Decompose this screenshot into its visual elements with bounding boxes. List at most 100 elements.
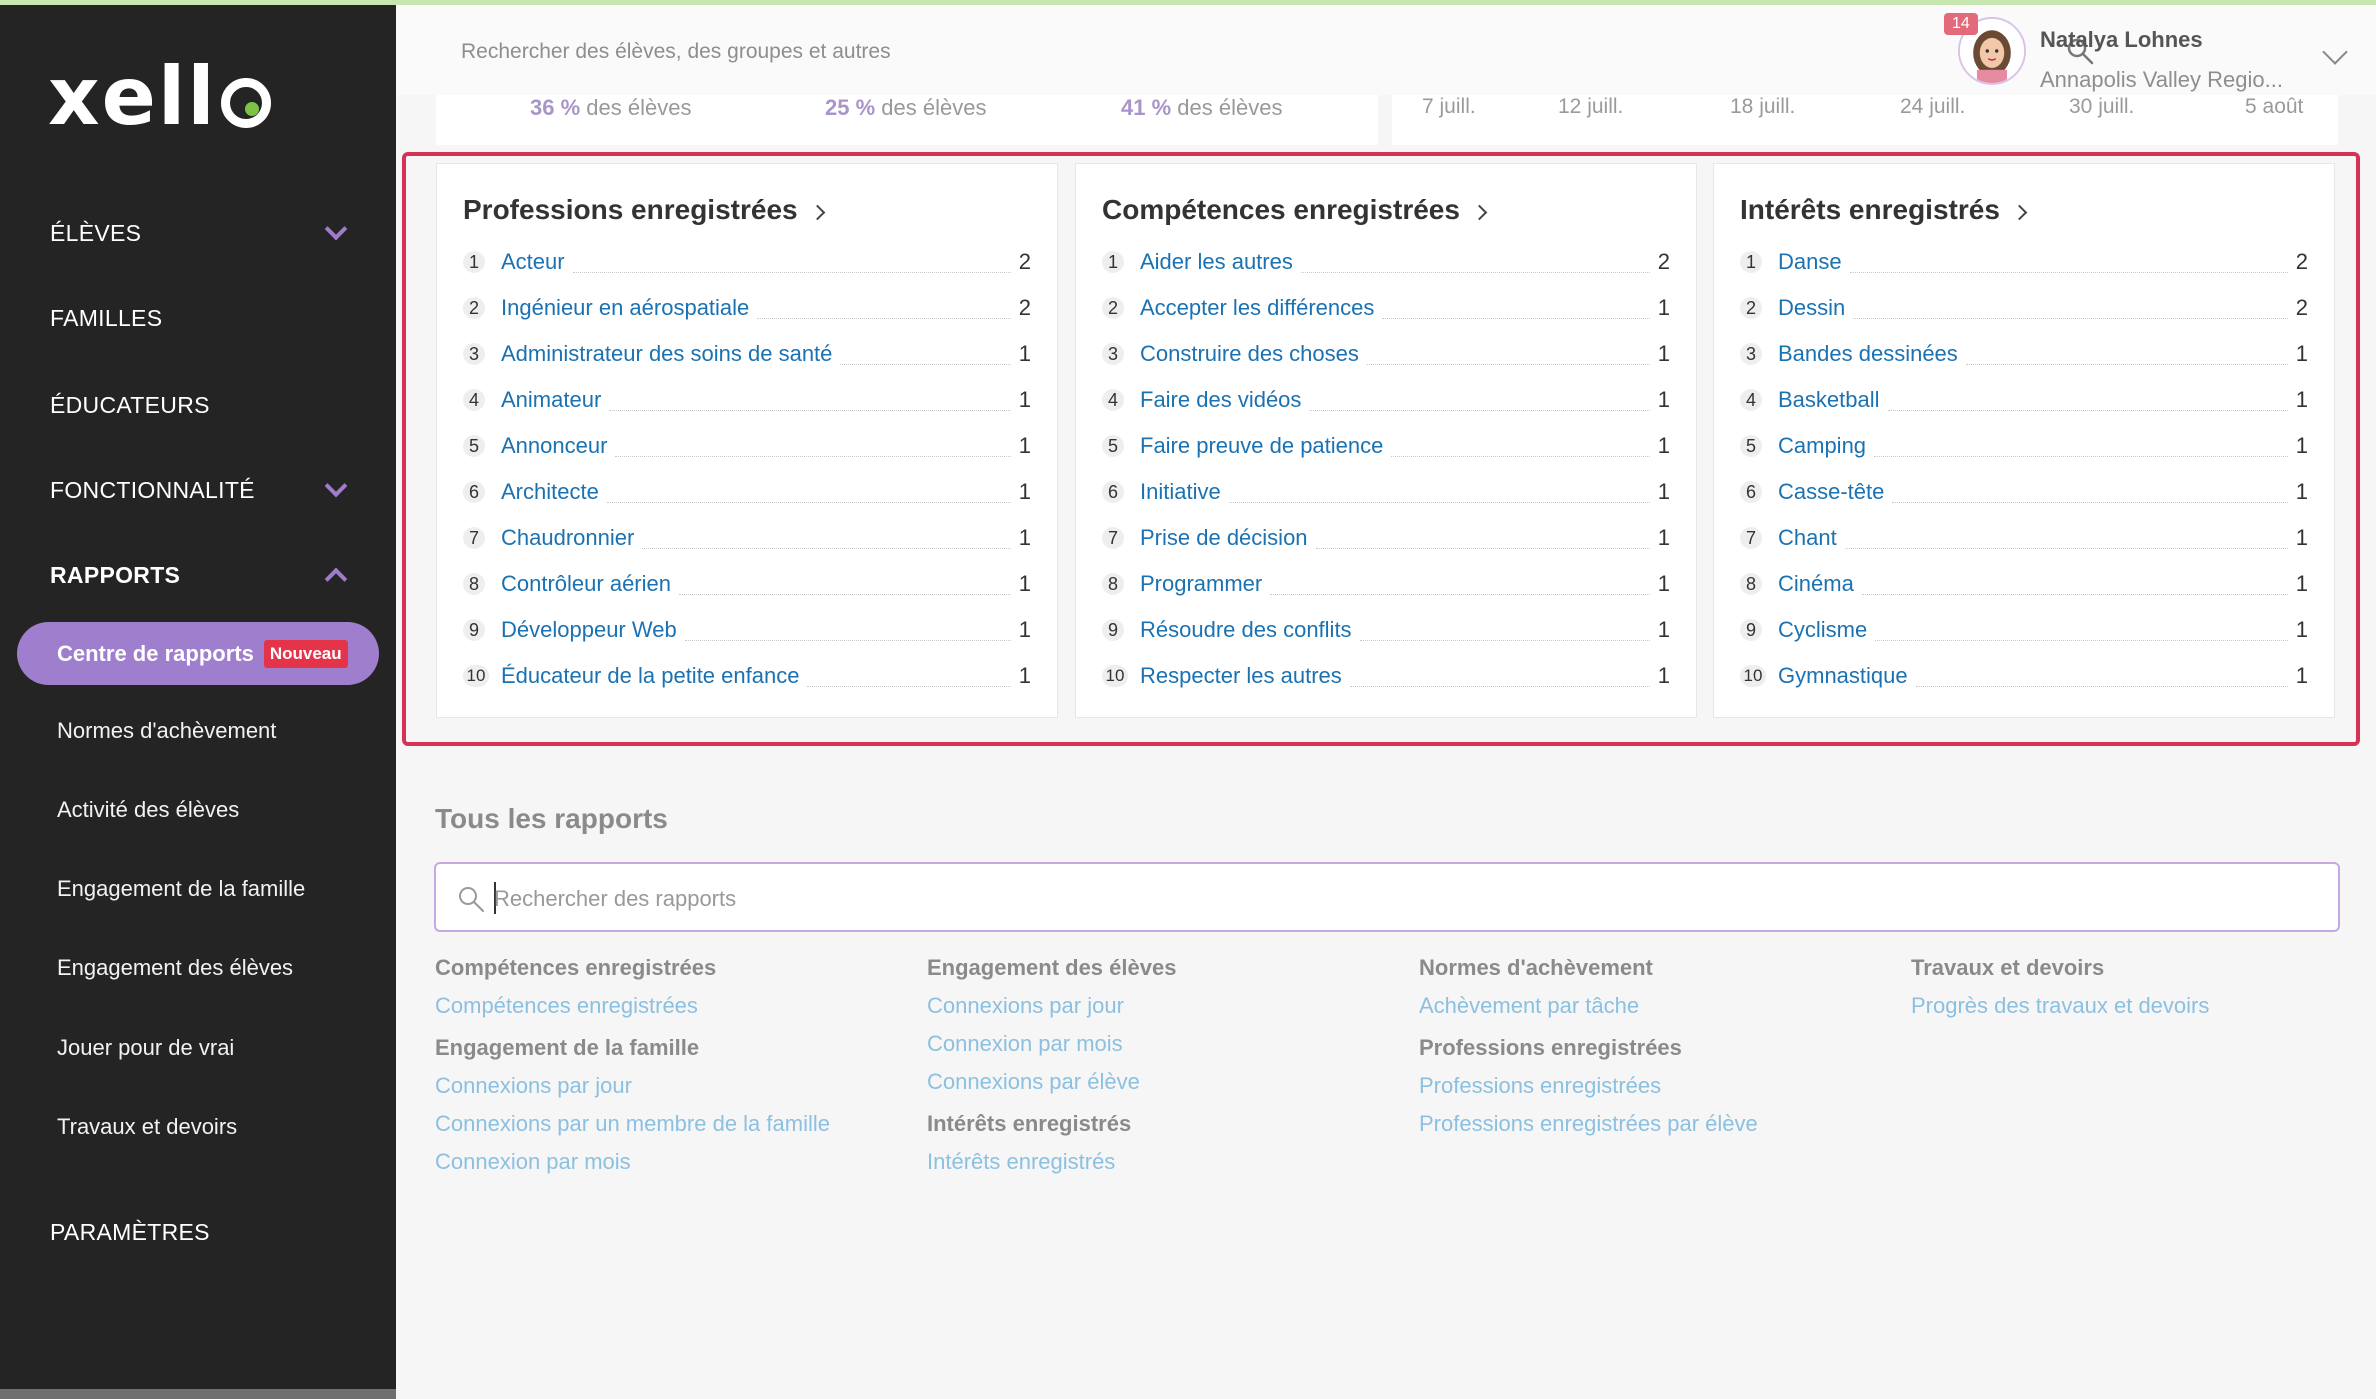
reports-column: Normes d'achèvement Achèvement par tâche P… — [1419, 955, 1758, 1153]
report-link[interactable]: Intérêts enregistrés — [927, 1149, 1176, 1175]
sidebar-sub-engagement-eleves[interactable]: Engagement des élèves — [57, 955, 293, 981]
list-item-link[interactable]: Chant — [1778, 525, 1837, 551]
list-item[interactable]: 9 Développeur Web 1 — [463, 612, 1031, 648]
card-title-link[interactable]: Compétences enregistrées — [1102, 194, 1488, 226]
list-item[interactable]: 7 Chant 1 — [1740, 520, 2308, 556]
sidebar-item-familles[interactable]: FAMILLES — [50, 298, 366, 338]
sidebar-sub-engagement-famille[interactable]: Engagement de la famille — [57, 876, 305, 902]
list-item-link[interactable]: Acteur — [501, 249, 565, 275]
user-name[interactable]: Natalya Lohnes — [2040, 27, 2203, 53]
report-link[interactable]: Connexion par mois — [927, 1031, 1176, 1057]
list-item[interactable]: 1 Aider les autres 2 — [1102, 244, 1670, 280]
list-item[interactable]: 1 Acteur 2 — [463, 244, 1031, 280]
reports-search-input[interactable]: Rechercher des rapports — [434, 862, 2340, 932]
list-item-link[interactable]: Construire des choses — [1140, 341, 1359, 367]
list-item[interactable]: 5 Annonceur 1 — [463, 428, 1031, 464]
list-item-count: 1 — [1018, 525, 1031, 550]
list-item-link[interactable]: Éducateur de la petite enfance — [501, 663, 799, 689]
report-link[interactable]: Professions enregistrées par élève — [1419, 1111, 1758, 1137]
list-item-count: 2 — [1018, 249, 1031, 274]
list-item[interactable]: 2 Dessin 2 — [1740, 290, 2308, 326]
list-item-link[interactable]: Contrôleur aérien — [501, 571, 671, 597]
list-item[interactable]: 4 Faire des vidéos 1 — [1102, 382, 1670, 418]
list-item[interactable]: 4 Animateur 1 — [463, 382, 1031, 418]
list-item-link[interactable]: Faire des vidéos — [1140, 387, 1301, 413]
list-item[interactable]: 6 Casse-tête 1 — [1740, 474, 2308, 510]
list-item[interactable]: 7 Prise de décision 1 — [1102, 520, 1670, 556]
list-item-link[interactable]: Respecter les autres — [1140, 663, 1342, 689]
sidebar-item-rapports[interactable]: RAPPORTS — [50, 555, 366, 595]
list-item[interactable]: 3 Construire des choses 1 — [1102, 336, 1670, 372]
sidebar-sub-activite[interactable]: Activité des élèves — [57, 797, 239, 823]
list-item[interactable]: 6 Architecte 1 — [463, 474, 1031, 510]
list-item-link[interactable]: Cyclisme — [1778, 617, 1867, 643]
sidebar-item-parametres[interactable]: PARAMÈTRES — [50, 1212, 366, 1252]
list-item-link[interactable]: Cinéma — [1778, 571, 1854, 597]
list-item[interactable]: 5 Camping 1 — [1740, 428, 2308, 464]
notification-badge[interactable]: 14 — [1944, 13, 1978, 35]
list-item-link[interactable]: Programmer — [1140, 571, 1262, 597]
list-item[interactable]: 8 Cinéma 1 — [1740, 566, 2308, 602]
list-item-link[interactable]: Dessin — [1778, 295, 1845, 321]
list-item[interactable]: 8 Contrôleur aérien 1 — [463, 566, 1031, 602]
list-item[interactable]: 9 Résoudre des conflits 1 — [1102, 612, 1670, 648]
report-link[interactable]: Connexion par mois — [435, 1149, 830, 1175]
list-item-link[interactable]: Casse-tête — [1778, 479, 1884, 505]
report-link[interactable]: Connexions par jour — [435, 1073, 830, 1099]
list-item-link[interactable]: Résoudre des conflits — [1140, 617, 1352, 643]
list-item[interactable]: 10 Gymnastique 1 — [1740, 658, 2308, 694]
list-item[interactable]: 4 Basketball 1 — [1740, 382, 2308, 418]
list-item[interactable]: 2 Accepter les différences 1 — [1102, 290, 1670, 326]
sidebar-scrollbar[interactable] — [0, 1389, 396, 1399]
list-item[interactable]: 3 Bandes dessinées 1 — [1740, 336, 2308, 372]
list-item-link[interactable]: Administrateur des soins de santé — [501, 341, 832, 367]
list-item[interactable]: 6 Initiative 1 — [1102, 474, 1670, 510]
report-link[interactable]: Connexions par jour — [927, 993, 1176, 1019]
list-item-link[interactable]: Accepter les différences — [1140, 295, 1374, 321]
report-link[interactable]: Connexions par un membre de la famille — [435, 1111, 830, 1137]
list-item-link[interactable]: Architecte — [501, 479, 599, 505]
list-item-link[interactable]: Gymnastique — [1778, 663, 1908, 689]
report-link[interactable]: Achèvement par tâche — [1419, 993, 1758, 1019]
list-item-link[interactable]: Prise de décision — [1140, 525, 1308, 551]
report-link[interactable]: Progrès des travaux et devoirs — [1911, 993, 2209, 1019]
list-item[interactable]: 2 Ingénieur en aérospatiale 2 — [463, 290, 1031, 326]
list-item-link[interactable]: Basketball — [1778, 387, 1880, 413]
sidebar-sub-travaux[interactable]: Travaux et devoirs — [57, 1114, 237, 1140]
list-item-link[interactable]: Ingénieur en aérospatiale — [501, 295, 749, 321]
list-item-link[interactable]: Annonceur — [501, 433, 607, 459]
card-title-link[interactable]: Intérêts enregistrés — [1740, 194, 2028, 226]
list-item[interactable]: 9 Cyclisme 1 — [1740, 612, 2308, 648]
sidebar-item-eleves[interactable]: ÉLÈVES — [50, 213, 366, 253]
sidebar-sub-jouer[interactable]: Jouer pour de vrai — [57, 1035, 234, 1061]
list-item-link[interactable]: Animateur — [501, 387, 601, 413]
list-item-link[interactable]: Faire preuve de patience — [1140, 433, 1383, 459]
sidebar-item-educateurs[interactable]: ÉDUCATEURS — [50, 385, 366, 425]
xello-logo[interactable]: xell — [48, 57, 271, 137]
report-link[interactable]: Compétences enregistrées — [435, 993, 830, 1019]
list-item-link[interactable]: Danse — [1778, 249, 1842, 275]
list-item[interactable]: 10 Éducateur de la petite enfance 1 — [463, 658, 1031, 694]
list-item[interactable]: 8 Programmer 1 — [1102, 566, 1670, 602]
list-item[interactable]: 5 Faire preuve de patience 1 — [1102, 428, 1670, 464]
dotted-leader — [1315, 548, 1650, 549]
report-link[interactable]: Connexions par élève — [927, 1069, 1176, 1095]
card-title-link[interactable]: Professions enregistrées — [463, 194, 825, 226]
sidebar-sub-centre-de-rapports[interactable]: Centre de rapports Nouveau — [17, 622, 379, 685]
list-item-link[interactable]: Chaudronnier — [501, 525, 634, 551]
list-item-link[interactable]: Aider les autres — [1140, 249, 1293, 275]
chevron-down-icon[interactable] — [2322, 39, 2348, 65]
sidebar-sub-normes[interactable]: Normes d'achèvement — [57, 718, 276, 744]
list-item-link[interactable]: Camping — [1778, 433, 1866, 459]
list-item[interactable]: 3 Administrateur des soins de santé 1 — [463, 336, 1031, 372]
list-item-link[interactable]: Développeur Web — [501, 617, 677, 643]
sidebar-item-fonctionnalite[interactable]: FONCTIONNALITÉ — [50, 470, 366, 510]
list-item[interactable]: 10 Respecter les autres 1 — [1102, 658, 1670, 694]
global-search-input[interactable]: Rechercher des élèves, des groupes et au… — [461, 40, 891, 64]
report-group-heading: Engagement de la famille — [435, 1035, 700, 1060]
report-link[interactable]: Professions enregistrées — [1419, 1073, 1758, 1099]
list-item-link[interactable]: Bandes dessinées — [1778, 341, 1958, 367]
list-item[interactable]: 1 Danse 2 — [1740, 244, 2308, 280]
list-item[interactable]: 7 Chaudronnier 1 — [463, 520, 1031, 556]
list-item-link[interactable]: Initiative — [1140, 479, 1221, 505]
